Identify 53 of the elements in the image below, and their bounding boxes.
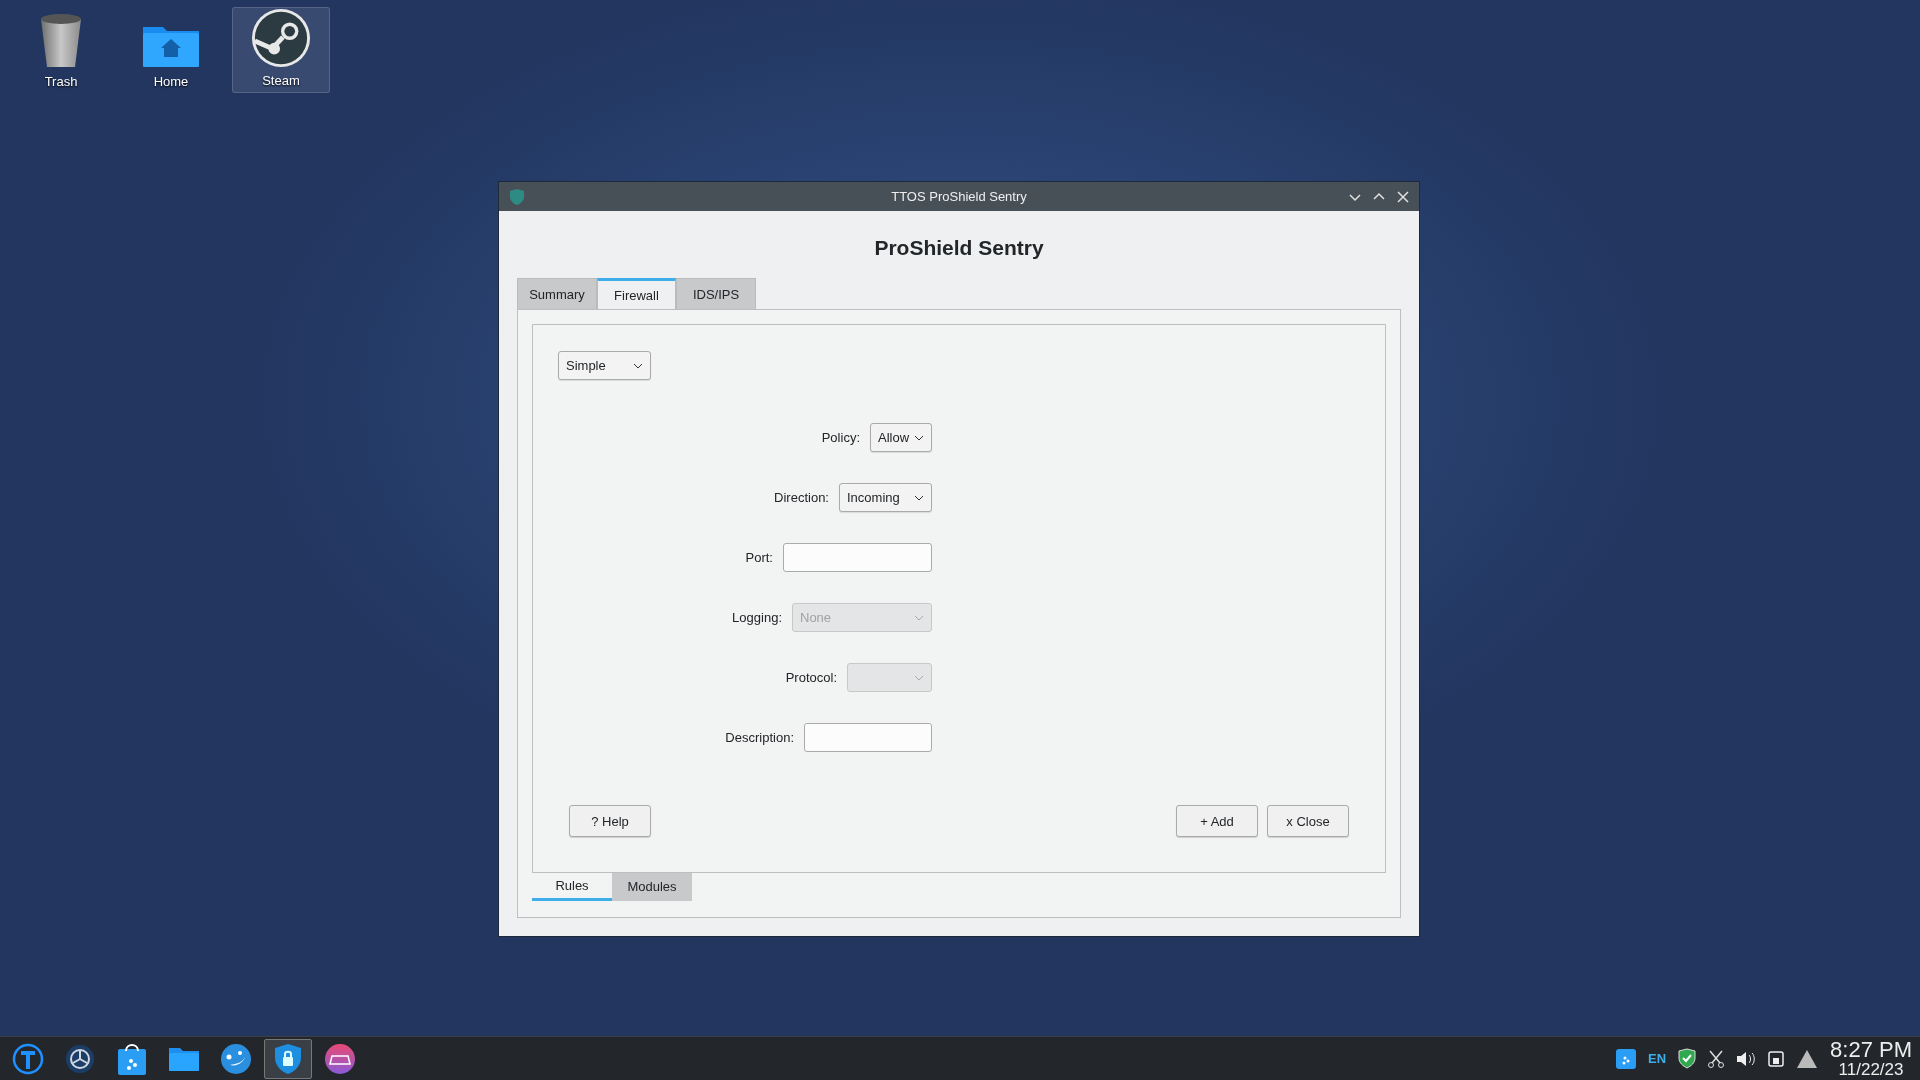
tab[interactable]: Summary (517, 278, 597, 309)
shopping-bag-icon (117, 1042, 147, 1075)
chevron-down-icon (914, 674, 924, 681)
desktop-icon[interactable]: Home (122, 7, 220, 93)
help-button[interactable]: ? Help (569, 805, 651, 837)
keyboard-layout-indicator[interactable]: EN (1648, 1051, 1667, 1066)
field-label: Port: (745, 550, 773, 565)
chevron-down-icon (633, 362, 643, 369)
steam-logo-icon (250, 8, 312, 68)
scissors-icon[interactable] (1708, 1049, 1725, 1068)
tab[interactable]: Modules (612, 872, 692, 901)
trash-icon (38, 13, 84, 69)
triangle-icon[interactable] (1796, 1048, 1819, 1069)
field-label: Description: (725, 730, 794, 745)
launcher-icon (12, 1042, 44, 1075)
field-label: Policy: (821, 430, 860, 445)
desktop-icon[interactable]: Trash (12, 7, 110, 93)
taskbar-shield-button[interactable] (264, 1038, 312, 1079)
input-field[interactable] (783, 543, 932, 572)
action-button[interactable]: + Add (1176, 805, 1258, 837)
volume-icon[interactable] (1736, 1050, 1757, 1067)
tab[interactable]: Firewall (597, 278, 676, 309)
gear-icon (65, 1043, 95, 1074)
clock-date: 11/22/23 (1838, 1061, 1904, 1078)
clock[interactable]: 8:27 PM 11/22/23 (1830, 1039, 1912, 1078)
chevron-down-icon (914, 494, 924, 501)
folder-icon (168, 1045, 200, 1072)
window-title: TTOS ProShield Sentry (890, 189, 1028, 204)
field-label: Protocol: (785, 670, 837, 685)
shield-check-icon[interactable] (1678, 1048, 1697, 1069)
tray-window-icon[interactable] (1768, 1050, 1785, 1067)
selected-desktop-icon[interactable]: Steam (232, 7, 330, 93)
tray-store-icon[interactable] (1616, 1048, 1636, 1069)
chevron-down-icon (914, 614, 924, 621)
input-field[interactable] (804, 723, 932, 752)
mode-dropdown[interactable]: Simple (558, 351, 651, 380)
desktop-icon-label: Home (153, 74, 189, 89)
app-heading: ProShield Sentry (873, 235, 1045, 261)
shield-icon (509, 187, 525, 206)
desktop-icon-label: Trash (44, 74, 78, 89)
gamepad-icon (324, 1042, 356, 1075)
chevron-down-icon (914, 434, 924, 441)
dropdown[interactable]: Incoming (839, 483, 932, 512)
dropdown[interactable]: Allow (870, 423, 932, 452)
field-label: Direction: (774, 490, 829, 505)
tab[interactable]: IDS/IPS (676, 278, 756, 309)
clock-time: 8:27 PM (1830, 1039, 1912, 1061)
smiley-icon (220, 1042, 252, 1075)
desktop-icon-label: Steam (262, 73, 300, 88)
action-button[interactable]: x Close (1267, 805, 1349, 837)
close-button[interactable] (1395, 188, 1411, 205)
shield-lock-icon (274, 1042, 302, 1075)
field-label: Logging: (732, 610, 782, 625)
